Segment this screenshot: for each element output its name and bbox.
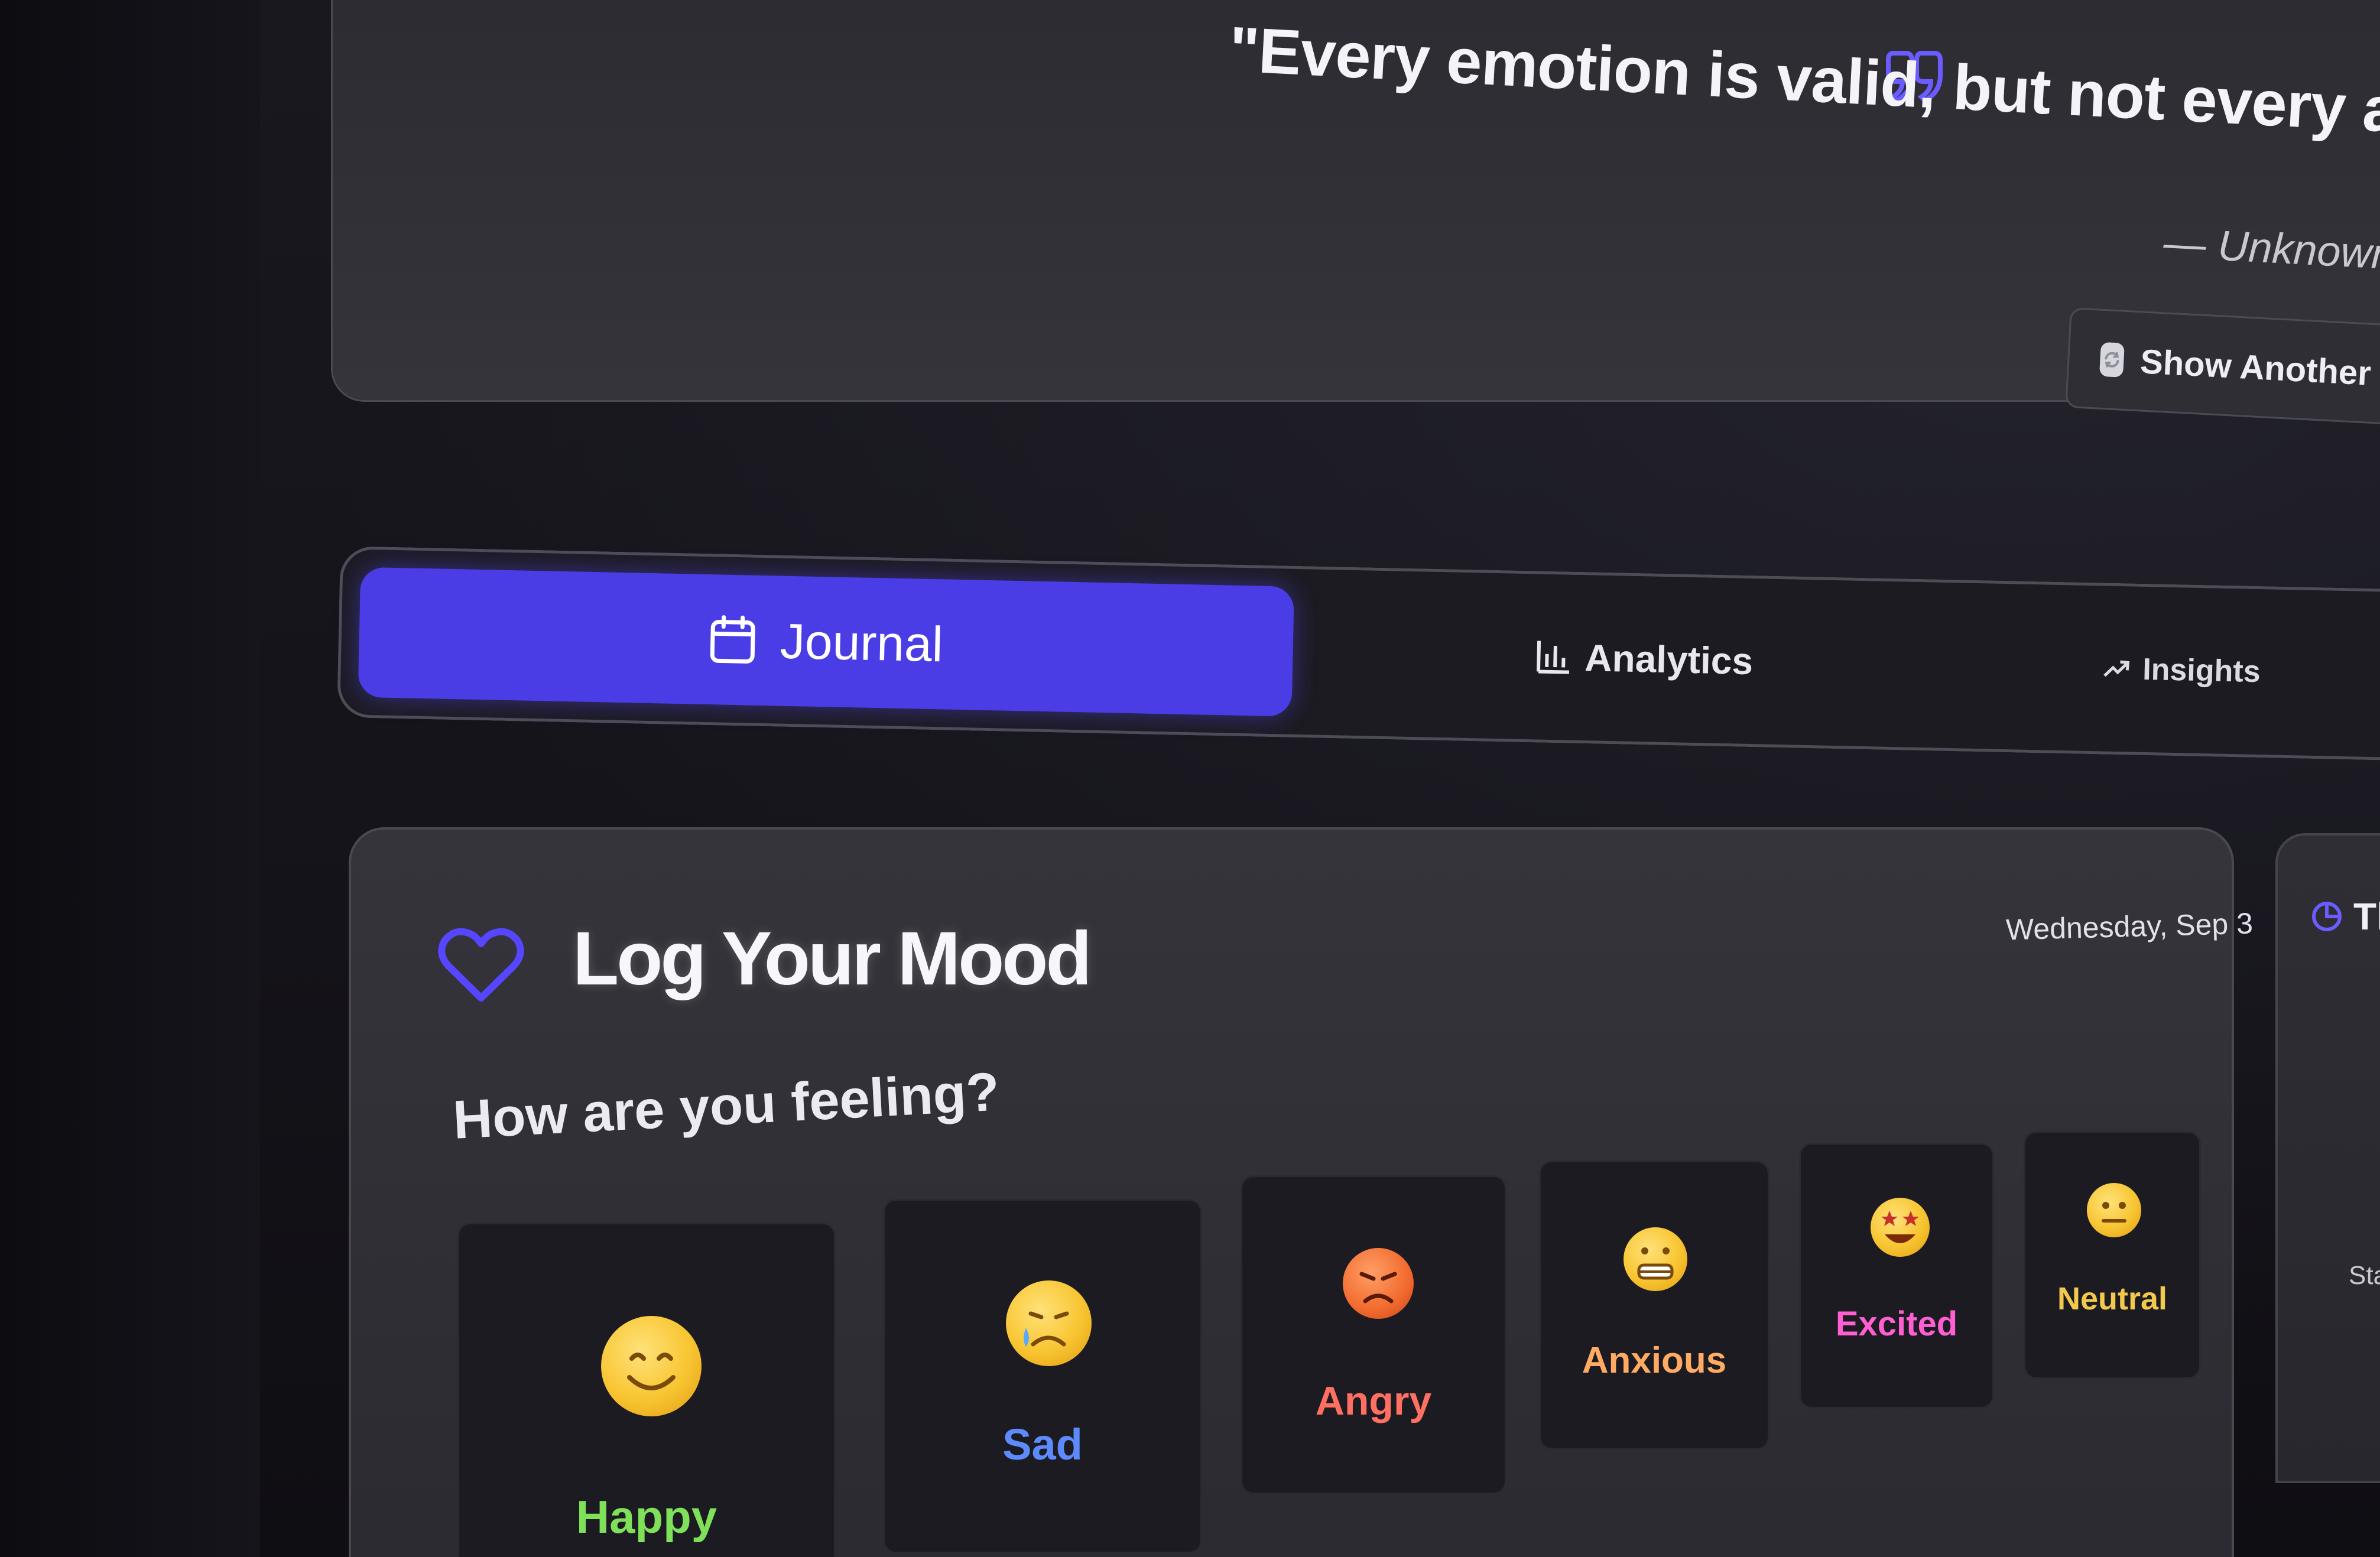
mood-option-neutral[interactable]: Neutral (2024, 1131, 2201, 1379)
mood-label-angry: Angry (1315, 1379, 1432, 1423)
feeling-prompt: How are you feeling? (452, 1061, 1001, 1150)
refresh-icon (2099, 342, 2125, 378)
bar-chart-icon (1536, 641, 1570, 674)
tab-analytics[interactable]: Analytics (1534, 609, 1754, 708)
show-another-quote-label: Show Another Quote (2139, 342, 2380, 398)
pie-chart-icon (2312, 902, 2342, 931)
tab-analytics-label: Analytics (1584, 636, 1754, 683)
side-panel-title: Th (2353, 895, 2380, 938)
mood-option-anxious[interactable]: Anxious (1539, 1161, 1769, 1450)
trend-up-icon (2103, 660, 2130, 677)
mood-option-happy[interactable]: Happy (457, 1223, 836, 1557)
calendar-icon (710, 615, 755, 664)
anxious-emoji-icon (1624, 1227, 1687, 1291)
neutral-emoji-icon (2087, 1183, 2141, 1237)
excited-emoji-icon (1871, 1198, 1930, 1257)
side-panel-start-text: Star (2349, 1261, 2380, 1290)
mood-label-sad: Sad (1002, 1420, 1083, 1469)
sad-emoji-icon (1006, 1280, 1092, 1366)
log-mood-card: Log Your Mood Wednesday, Sep 3 How are y… (349, 827, 2254, 1557)
screen-bezel (0, 0, 260, 1557)
side-panel-card: Th Star (2275, 833, 2380, 1483)
show-another-quote-button[interactable]: Show Another Quote (2065, 307, 2380, 425)
mood-option-angry[interactable]: Angry (1241, 1175, 1506, 1494)
app-screen: "Every emotion is valid, but not every a… (0, 0, 2380, 1557)
tab-journal-label: Journal (780, 613, 944, 672)
heart-icon (438, 928, 524, 1002)
happy-emoji-icon (601, 1316, 702, 1416)
log-mood-title: Log Your Mood (573, 916, 1092, 1001)
quote-card: "Every emotion is valid, but not every a… (331, 0, 2380, 425)
current-date: Wednesday, Sep 3 (2005, 906, 2254, 947)
mood-label-excited: Excited (1835, 1305, 1958, 1343)
mood-label-neutral: Neutral (2057, 1281, 2168, 1317)
mood-label-anxious: Anxious (1582, 1340, 1727, 1381)
mood-option-excited[interactable]: Excited (1799, 1143, 1994, 1409)
tab-insights[interactable]: Insights (2102, 621, 2262, 719)
quote-text: "Every emotion is valid, but not every a… (1227, 12, 2380, 177)
tab-insights-label: Insights (2142, 652, 2261, 690)
mood-option-sad[interactable]: Sad (883, 1199, 1202, 1553)
mood-label-happy: Happy (576, 1491, 717, 1543)
tab-journal[interactable]: Journal (358, 567, 1294, 717)
tab-bar: Journal Analytics Insights (336, 546, 2380, 761)
angry-emoji-icon (1343, 1248, 1414, 1319)
quote-author: — Unknown (2162, 219, 2380, 279)
